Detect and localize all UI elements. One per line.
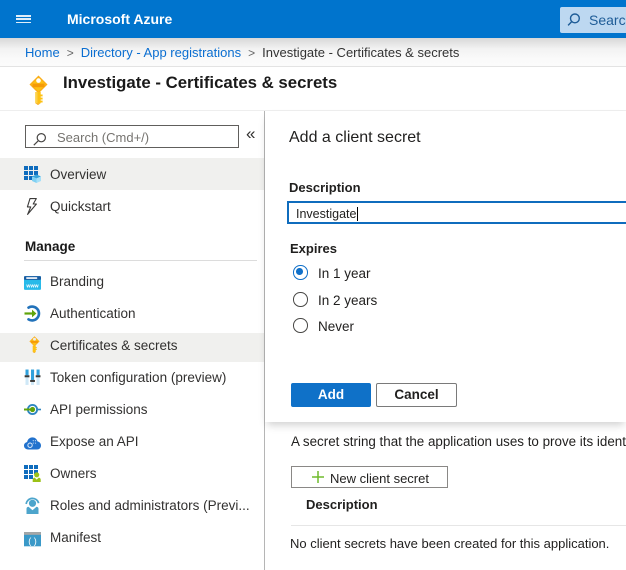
svg-text:( ): ( ) <box>28 536 37 546</box>
svg-text:www: www <box>25 284 39 290</box>
